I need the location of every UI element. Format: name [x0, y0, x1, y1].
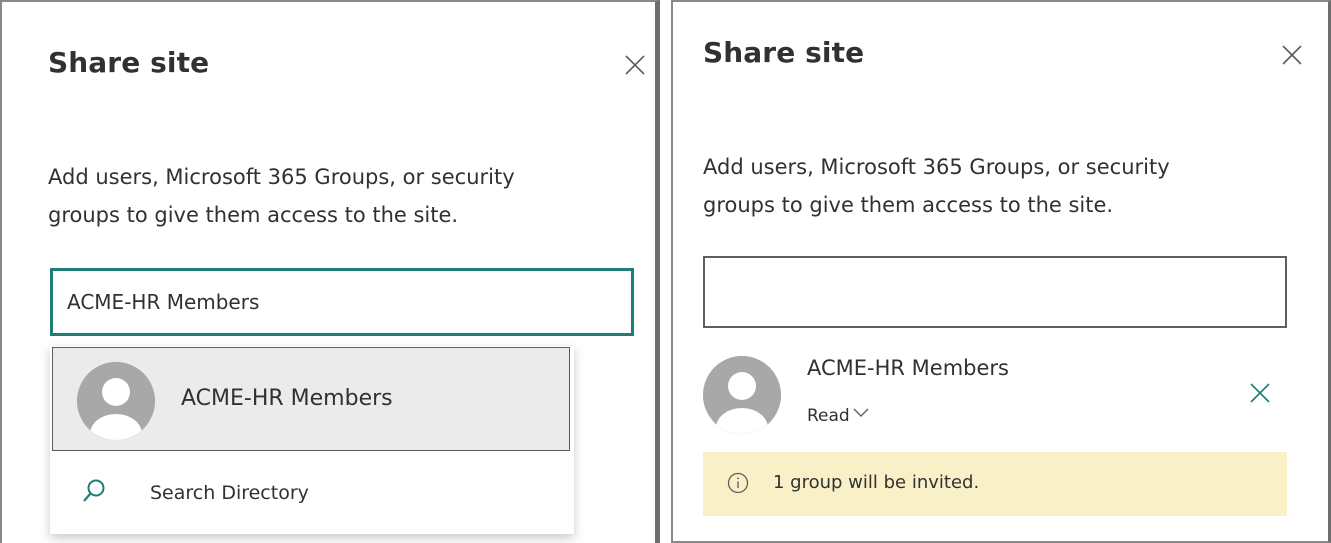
info-icon: [727, 472, 749, 494]
share-site-panel-left: Share site Add users, Microsoft 365 Grou…: [0, 0, 660, 543]
selected-member: ACME-HR Members Read: [703, 354, 1303, 434]
member-name: ACME-HR Members: [807, 356, 1010, 380]
panel-description: Add users, Microsoft 365 Groups, or secu…: [703, 148, 1170, 224]
close-icon[interactable]: [624, 54, 646, 76]
notice-text: 1 group will be invited.: [773, 472, 980, 493]
avatar: [703, 356, 781, 434]
suggestion-name: ACME-HR Members: [181, 386, 393, 411]
panel-title: Share site: [48, 46, 210, 79]
search-directory-button[interactable]: Search Directory: [50, 456, 574, 530]
description-line: Add users, Microsoft 365 Groups, or secu…: [703, 155, 1170, 179]
remove-member-button[interactable]: [1249, 382, 1271, 404]
panel-title: Share site: [703, 36, 865, 69]
suggestions-dropdown: ACME-HR Members Search Directory: [50, 346, 574, 534]
suggestion-item[interactable]: ACME-HR Members: [52, 347, 570, 451]
search-icon: [82, 478, 106, 504]
people-picker-input[interactable]: [703, 256, 1287, 328]
avatar: [77, 362, 155, 440]
panel-description: Add users, Microsoft 365 Groups, or secu…: [48, 158, 515, 234]
description-line: groups to give them access to the site.: [48, 203, 459, 227]
permission-label: Read: [807, 406, 850, 426]
description-line: Add users, Microsoft 365 Groups, or secu…: [48, 165, 515, 189]
description-line: groups to give them access to the site.: [703, 193, 1114, 217]
chevron-down-icon: [852, 404, 870, 424]
people-picker-input[interactable]: [50, 268, 634, 336]
invite-notice: 1 group will be invited.: [703, 452, 1287, 516]
close-icon[interactable]: [1281, 44, 1303, 66]
search-directory-label: Search Directory: [150, 482, 309, 504]
share-site-panel-right: Share site Add users, Microsoft 365 Grou…: [671, 0, 1331, 543]
permission-dropdown[interactable]: Read: [807, 406, 870, 426]
